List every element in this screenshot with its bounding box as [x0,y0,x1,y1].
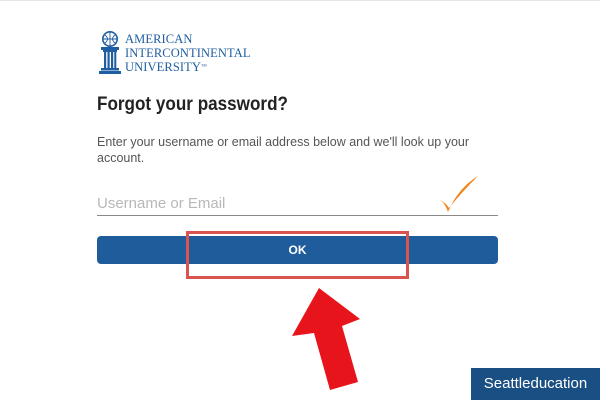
watermark-badge: Seattleducation [471,368,600,400]
logo-line-2: INTERCONTINENTAL [125,46,251,60]
arrow-up-icon [292,288,360,390]
logo-line-1: AMERICAN [125,32,193,46]
logo-line-3: UNIVERSITY [125,60,201,74]
logo-line-3-wrap: UNIVERSITY™ [125,60,251,74]
form-description: Enter your username or email address bel… [97,135,470,165]
page-title: Forgot your password? [97,94,288,115]
logo-wordmark: AMERICAN INTERCONTINENTAL UNIVERSITY™ [125,32,251,74]
column-emblem-icon [99,31,121,74]
top-divider [0,0,600,1]
logo-trademark: ™ [201,64,207,70]
checkmark-icon [440,176,478,212]
highlight-box [186,231,409,279]
aiu-logo: AMERICAN INTERCONTINENTAL UNIVERSITY™ [96,31,256,77]
